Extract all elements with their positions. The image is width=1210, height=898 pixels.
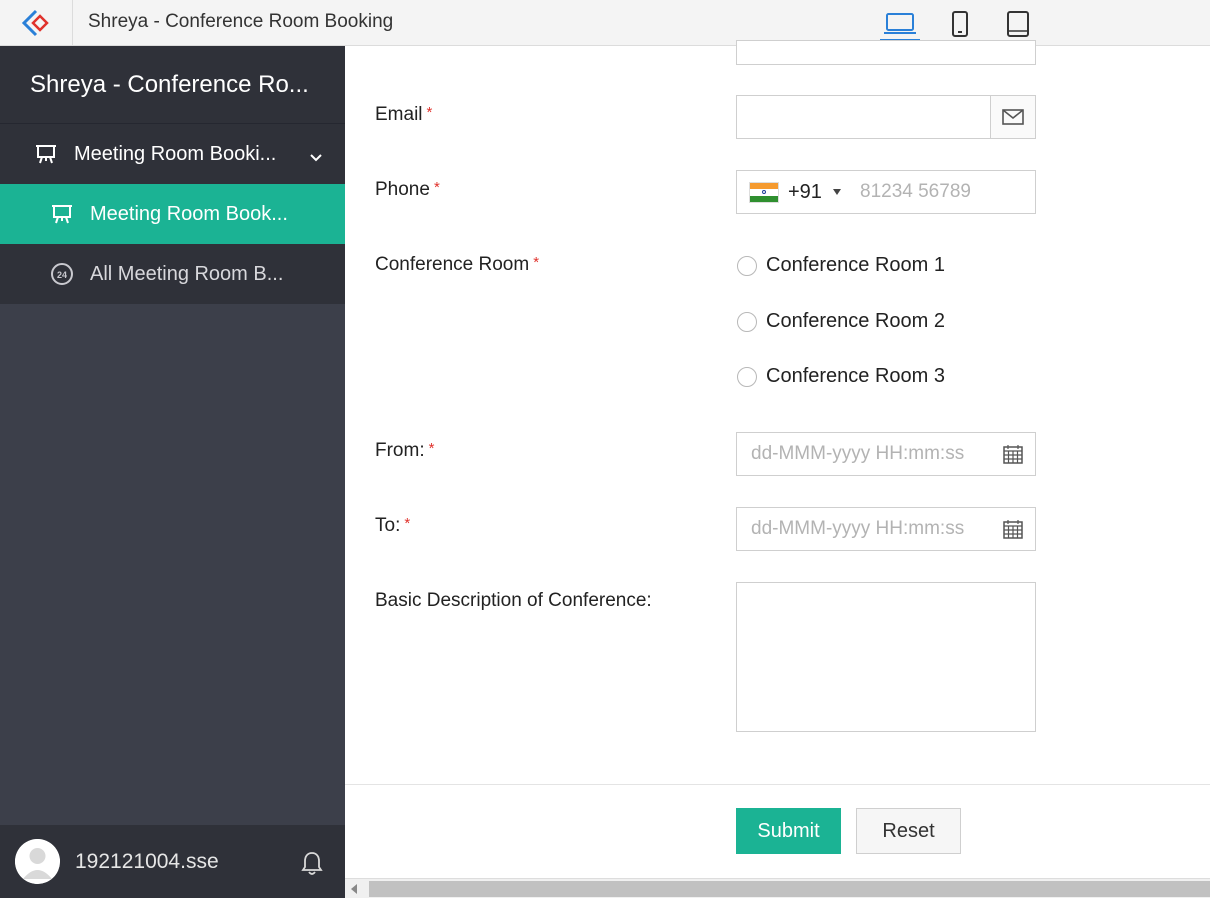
- to-datetime-field[interactable]: dd-MMM-yyyy HH:mm:ss: [736, 507, 1036, 551]
- sidebar-item-all-meeting-room-bookings[interactable]: 24 All Meeting Room B...: [0, 244, 345, 304]
- scrollbar-thumb[interactable]: [369, 881, 1210, 897]
- required-marker: *: [533, 254, 540, 271]
- chevron-down-icon: [309, 146, 323, 169]
- from-datetime-field[interactable]: dd-MMM-yyyy HH:mm:ss: [736, 432, 1036, 476]
- phone-label: Phone *: [375, 179, 440, 200]
- svg-text:24: 24: [57, 270, 67, 280]
- email-addon: [990, 96, 1035, 138]
- room-option-label: Conference Room 3: [766, 365, 945, 387]
- sidebar-item-label: All Meeting Room B...: [90, 262, 284, 285]
- required-marker: *: [433, 179, 440, 196]
- room-option-label: Conference Room 1: [766, 254, 945, 276]
- room-option-2[interactable]: Conference Room 2: [737, 310, 945, 333]
- divider: [345, 784, 1210, 785]
- form-area: Email * Phone * +91 81234 56789 Conference…: [345, 40, 1210, 898]
- required-marker: *: [426, 104, 433, 121]
- description-textarea[interactable]: [736, 582, 1036, 732]
- to-label: To: *: [375, 515, 411, 536]
- phone-field[interactable]: +91 81234 56789: [736, 170, 1036, 214]
- conference-room-label: Conference Room *: [375, 254, 540, 275]
- bell-icon[interactable]: [301, 850, 323, 881]
- radio-button[interactable]: [737, 366, 757, 387]
- avatar[interactable]: [15, 839, 60, 884]
- email-label: Email *: [375, 104, 433, 125]
- room-option-1[interactable]: Conference Room 1: [737, 254, 945, 277]
- clock-24-icon: 24: [50, 262, 74, 286]
- phone-placeholder: 81234 56789: [860, 181, 971, 202]
- calendar-icon[interactable]: [1003, 519, 1023, 544]
- presentation-icon: [50, 202, 74, 226]
- radio-button[interactable]: [737, 255, 757, 276]
- caret-down-icon[interactable]: [833, 189, 841, 195]
- tablet-view-button[interactable]: [998, 9, 1038, 39]
- phone-icon: [952, 11, 968, 37]
- country-code[interactable]: +91: [788, 181, 822, 204]
- sidebar-item-meeting-room-booking[interactable]: Meeting Room Book...: [0, 184, 345, 244]
- required-marker: *: [404, 515, 411, 532]
- user-silhouette-icon: [15, 839, 60, 884]
- to-placeholder: dd-MMM-yyyy HH:mm:ss: [751, 518, 965, 539]
- description-label: Basic Description of Conference:: [375, 590, 652, 611]
- envelope-icon: [1002, 109, 1024, 125]
- presentation-icon: [34, 142, 58, 166]
- user-name: 192121004.sse: [75, 849, 219, 873]
- from-placeholder: dd-MMM-yyyy HH:mm:ss: [751, 443, 965, 464]
- app-title: Shreya - Conference Room Booking: [88, 11, 394, 32]
- laptop-icon: [884, 13, 916, 34]
- laptop-view-button[interactable]: [880, 9, 920, 42]
- cut-off-field[interactable]: [736, 40, 1036, 65]
- logo-icon: [21, 9, 49, 37]
- required-marker: *: [428, 440, 435, 457]
- email-field[interactable]: [736, 95, 1036, 139]
- room-option-3[interactable]: Conference Room 3: [737, 365, 945, 388]
- sidebar: Shreya - Conference Ro... Meeting Room B…: [0, 46, 345, 898]
- sidebar-group-label: Meeting Room Booki...: [74, 142, 277, 165]
- india-flag-icon[interactable]: [749, 182, 779, 203]
- user-footer: 192121004.sse: [0, 825, 345, 898]
- tablet-icon: [1007, 11, 1029, 37]
- sidebar-item-label: Meeting Room Book...: [90, 202, 288, 225]
- sidebar-group-meeting-room[interactable]: Meeting Room Booki...: [0, 124, 345, 184]
- room-option-label: Conference Room 2: [766, 310, 945, 332]
- scroll-left-arrow-icon[interactable]: [351, 884, 357, 894]
- from-label: From: *: [375, 440, 435, 461]
- phone-view-button[interactable]: [940, 9, 980, 39]
- submit-button[interactable]: Submit: [736, 808, 841, 854]
- calendar-icon[interactable]: [1003, 444, 1023, 469]
- reset-button[interactable]: Reset: [856, 808, 961, 854]
- horizontal-scrollbar[interactable]: [345, 878, 1210, 898]
- app-logo[interactable]: [0, 0, 73, 46]
- sidebar-title: Shreya - Conference Ro...: [0, 46, 345, 124]
- radio-button[interactable]: [737, 311, 757, 332]
